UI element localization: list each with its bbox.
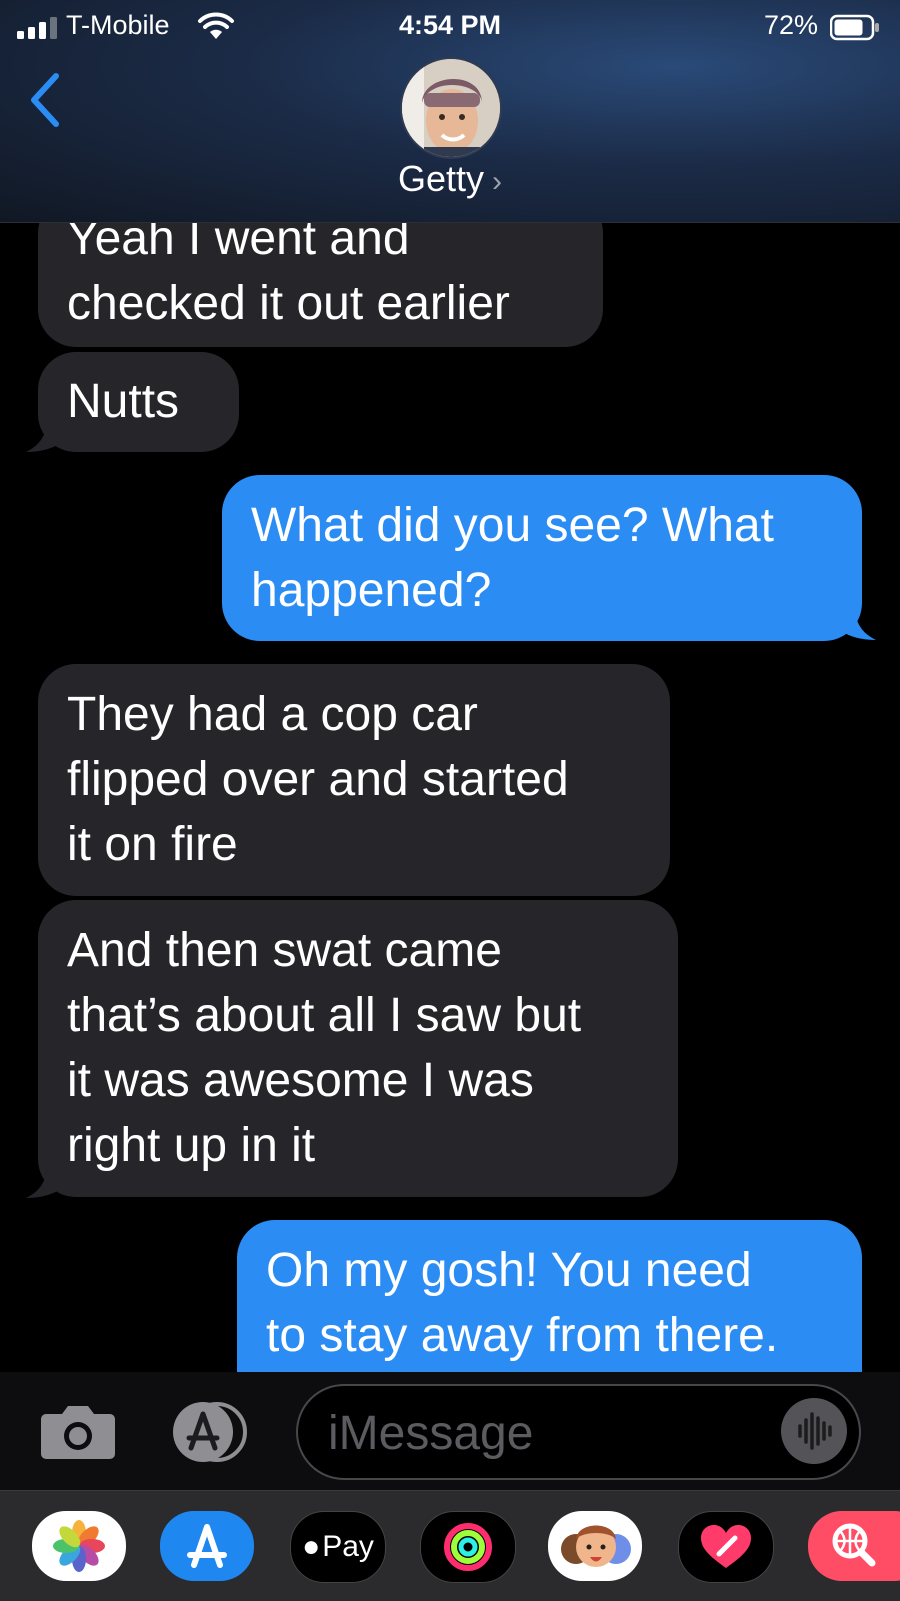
conversation-header: T-Mobile 4:54 PM 72% Getty › <box>0 0 900 223</box>
message-bubble-outgoing[interactable]: Oh my gosh! You need to stay away from t… <box>237 1220 862 1372</box>
imessage-field[interactable] <box>296 1384 861 1480</box>
avatar-photo <box>402 59 500 157</box>
contact-avatar[interactable] <box>400 57 502 159</box>
voice-message-button[interactable] <box>781 1398 847 1464</box>
app-store-glyph <box>187 1524 227 1568</box>
app-drawer: ● Pay <box>0 1490 900 1601</box>
photos-icon[interactable] <box>32 1511 126 1581</box>
message-bubble-outgoing[interactable]: What did you see? What happened? <box>222 475 862 641</box>
camera-icon[interactable] <box>40 1402 116 1460</box>
battery-percentage: 72% <box>764 10 819 40</box>
apple-pay-label: Pay <box>322 1530 374 1563</box>
compose-bar <box>0 1372 900 1490</box>
message-bubble-incoming[interactable]: And then swat came that’s about all I sa… <box>38 900 678 1197</box>
bubble-tail <box>840 606 876 640</box>
bubble-tail <box>26 418 62 452</box>
app-store-icon[interactable] <box>160 1511 254 1581</box>
apple-logo-icon: ● <box>302 1530 321 1563</box>
web-search-icon[interactable] <box>808 1511 900 1581</box>
apple-pay-icon[interactable]: ● Pay <box>290 1511 386 1583</box>
photos-glyph <box>53 1520 105 1572</box>
message-bubble-incoming[interactable]: They had a cop car flipped over and star… <box>38 664 670 896</box>
contact-name-button[interactable]: Getty › <box>0 158 900 200</box>
magnifier-globe-glyph <box>832 1523 876 1567</box>
battery-icon <box>830 14 879 41</box>
back-chevron-icon[interactable] <box>26 70 66 130</box>
app-store-button-icon[interactable] <box>167 1400 253 1464</box>
bubble-tail <box>26 1164 62 1198</box>
chevron-right-icon: › <box>492 165 503 198</box>
heart-glyph <box>701 1525 751 1568</box>
activity-icon[interactable] <box>420 1511 516 1583</box>
activity-rings-glyph <box>444 1523 492 1571</box>
waveform-icon <box>798 1412 832 1450</box>
message-bubble-incoming[interactable]: Nutts <box>38 352 239 452</box>
status-bar: T-Mobile 4:54 PM 72% <box>0 6 900 46</box>
memoji-icon[interactable] <box>548 1511 642 1581</box>
contact-name: Getty <box>397 158 485 199</box>
message-input[interactable] <box>326 1404 770 1462</box>
digital-touch-icon[interactable] <box>678 1511 774 1583</box>
memoji-glyph <box>561 1525 631 1567</box>
